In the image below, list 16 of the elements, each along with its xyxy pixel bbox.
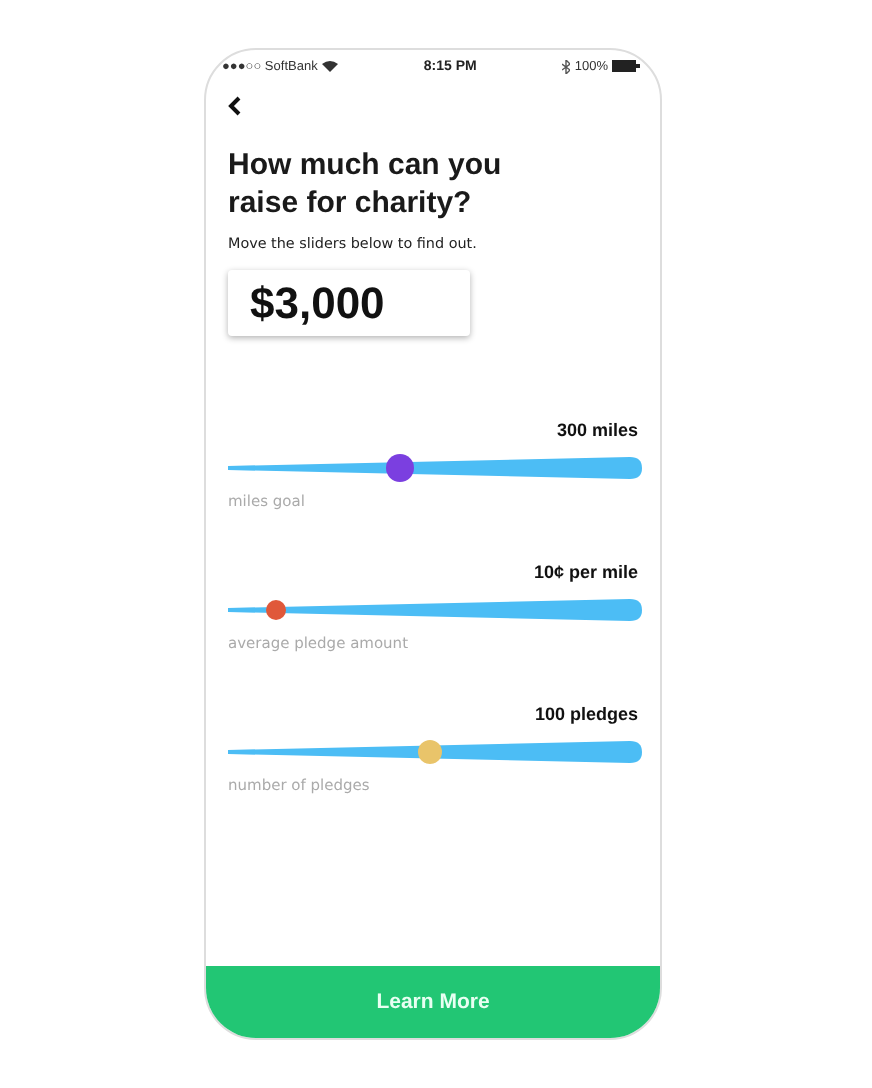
page-title: How much can you raise for charity? — [228, 146, 504, 222]
bluetooth-icon — [562, 59, 571, 73]
learn-more-button[interactable]: Learn More — [206, 966, 660, 1038]
battery-icon — [612, 60, 641, 72]
chevron-left-icon — [228, 96, 242, 116]
slider-track[interactable] — [228, 598, 642, 622]
slider-thumb[interactable] — [266, 600, 286, 620]
slider-value: 10¢ per mile — [533, 562, 638, 582]
slider-track[interactable] — [228, 740, 642, 764]
slider-track[interactable] — [228, 456, 642, 480]
slider-value: 100 pledges — [534, 704, 638, 724]
slider-value: 300 miles — [556, 420, 638, 440]
wifi-icon — [321, 60, 338, 72]
slider-thumb[interactable] — [385, 454, 414, 482]
total-amount: $3,000 — [228, 270, 470, 336]
slider-thumb[interactable] — [418, 740, 443, 764]
